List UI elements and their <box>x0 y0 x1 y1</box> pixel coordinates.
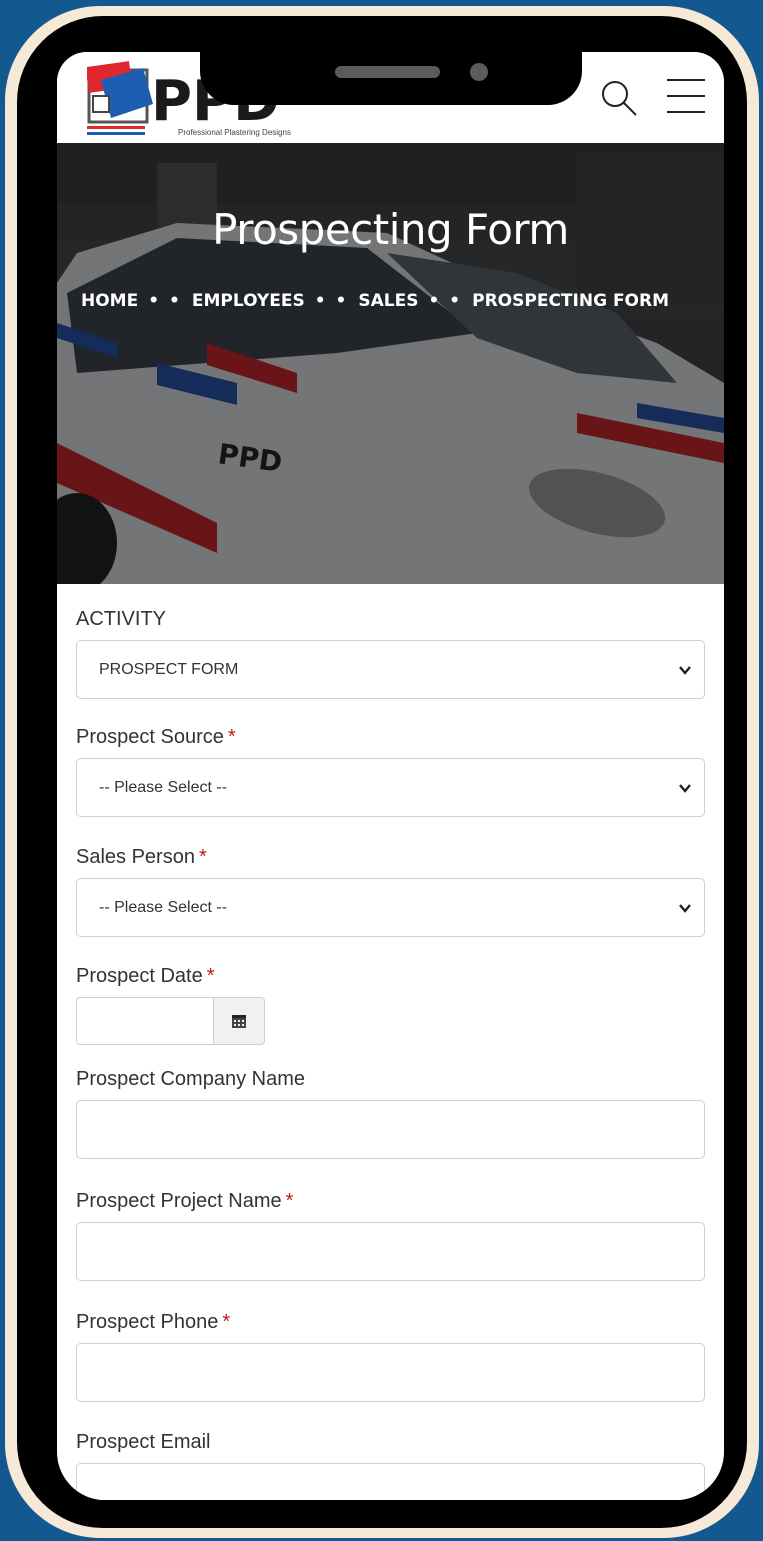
prospect-date-input[interactable] <box>76 997 213 1045</box>
prospecting-form: ACTIVITY PROSPECT FORM Prospect Source * … <box>76 608 705 1500</box>
breadcrumb-prospecting-form: PROSPECTING FORM <box>472 291 670 311</box>
date-picker-button[interactable] <box>213 997 265 1045</box>
chevron-down-icon <box>679 784 691 793</box>
activity-select[interactable]: PROSPECT FORM <box>76 640 705 699</box>
chevron-down-icon <box>679 904 691 913</box>
logo-tagline: Professional Plastering Designs <box>178 128 291 137</box>
breadcrumb-employees[interactable]: EMPLOYEES <box>192 291 305 311</box>
calendar-icon <box>232 1015 246 1028</box>
prospect-date-label: Prospect Date * <box>76 965 215 987</box>
prospect-source-selected-value: -- Please Select -- <box>99 778 228 796</box>
breadcrumb-separator: • • <box>148 291 182 311</box>
breadcrumb-sales[interactable]: SALES <box>358 291 418 311</box>
sales-person-selected-value: -- Please Select -- <box>99 898 228 916</box>
phone-screen: PPD Professional Plastering Designs Pros… <box>57 52 724 1500</box>
notch-camera <box>470 63 488 81</box>
prospect-source-label: Prospect Source * <box>76 726 236 748</box>
phone-notch <box>200 45 582 105</box>
breadcrumb-separator: • • <box>428 291 463 311</box>
project-name-input[interactable] <box>76 1222 705 1281</box>
notch-speaker <box>335 66 440 78</box>
activity-label: ACTIVITY <box>76 608 167 630</box>
prospect-source-select[interactable]: -- Please Select -- <box>76 758 705 817</box>
search-icon <box>602 81 637 116</box>
sales-person-select[interactable]: -- Please Select -- <box>76 878 705 937</box>
breadcrumb-separator: • • <box>314 291 349 311</box>
phone-label: Prospect Phone * <box>76 1311 231 1333</box>
search-button[interactable] <box>597 76 641 120</box>
email-label: Prospect Email <box>76 1431 211 1453</box>
hero-banner: PPD Prospecting Form HOME • • EMPLOYEES … <box>57 143 724 584</box>
email-input[interactable] <box>76 1463 705 1500</box>
breadcrumb-home[interactable]: HOME <box>81 291 138 311</box>
activity-selected-value: PROSPECT FORM <box>99 660 239 678</box>
project-name-label: Prospect Project Name * <box>76 1190 294 1212</box>
phone-input[interactable] <box>76 1343 705 1402</box>
page-title: Prospecting Form <box>212 205 569 254</box>
hamburger-menu-icon <box>667 79 705 113</box>
menu-button[interactable] <box>663 74 709 118</box>
prospect-date-group <box>76 997 265 1045</box>
chevron-down-icon <box>679 666 691 675</box>
company-name-input[interactable] <box>76 1100 705 1159</box>
company-name-label: Prospect Company Name <box>76 1068 305 1090</box>
sales-person-label: Sales Person * <box>76 846 207 868</box>
breadcrumb: HOME • • EMPLOYEES • • SALES • • PROSPEC… <box>81 291 721 311</box>
